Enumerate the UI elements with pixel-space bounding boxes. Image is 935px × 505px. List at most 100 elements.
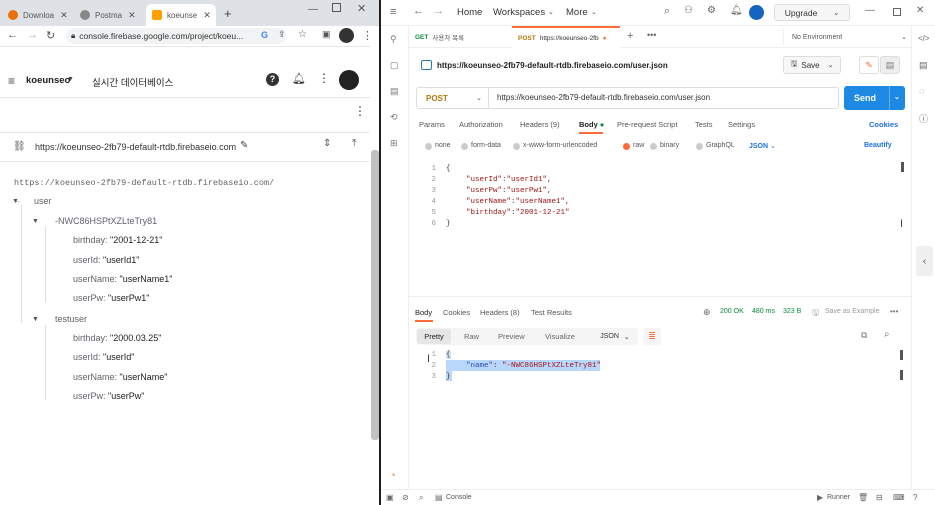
- resp-tab-test-results[interactable]: Test Results: [531, 308, 572, 317]
- view-visualize[interactable]: Visualize: [545, 332, 575, 341]
- history-icon[interactable]: ⟲: [390, 112, 398, 123]
- collections-icon[interactable]: ⚲: [390, 34, 397, 45]
- docs-button[interactable]: ▤: [880, 56, 900, 74]
- mock-servers-icon[interactable]: ⊞: [390, 138, 398, 149]
- keyboard-shortcuts-icon[interactable]: ⌨: [893, 493, 905, 502]
- status-code[interactable]: 200 OK: [720, 308, 744, 315]
- more-options-icon[interactable]: •••: [890, 307, 898, 316]
- search-icon[interactable]: ⌕: [419, 493, 423, 503]
- tree-leaf[interactable]: userName: "userName1": [73, 274, 172, 284]
- collapse-sidebar-button[interactable]: ‹: [916, 246, 933, 276]
- database-url[interactable]: https://koeunseo-2fb79-default-rtdb.fire…: [35, 142, 236, 152]
- close-icon[interactable]: ✕: [128, 10, 136, 21]
- tab-headers[interactable]: Headers (9): [520, 120, 560, 129]
- tree-leaf[interactable]: userId: "userId": [73, 352, 134, 362]
- caret-down-icon[interactable]: ▼: [67, 76, 74, 83]
- notifications-bell-icon[interactable]: 🔔︎: [730, 5, 743, 16]
- page-scrollbar[interactable]: [371, 150, 379, 440]
- response-format-select[interactable]: JSON ⌄: [592, 328, 638, 345]
- window-close-icon[interactable]: ✕: [357, 2, 366, 15]
- window-close-icon[interactable]: ✕: [916, 5, 924, 16]
- tree-leaf[interactable]: birthday: "2000.03.25": [73, 333, 161, 343]
- tree-node-testuser[interactable]: testuser: [55, 314, 87, 324]
- tab-params[interactable]: Params: [419, 120, 445, 129]
- save-as-example-button[interactable]: Save as Example: [825, 308, 879, 315]
- resp-tab-cookies[interactable]: Cookies: [443, 308, 470, 317]
- response-body-viewer[interactable]: 1 { 2 "name": "-NWC86HSPtXZLteTry81" 3 }…: [416, 348, 907, 484]
- pane-divider[interactable]: [409, 296, 911, 297]
- more-menu-icon[interactable]: ⋮: [318, 71, 330, 85]
- minimize-icon[interactable]: —: [865, 5, 875, 16]
- code-snippet-icon[interactable]: </>: [918, 34, 930, 43]
- tree-node-push-key[interactable]: -NWC86HSPtXZLteTry81: [55, 216, 157, 226]
- layout-icon[interactable]: ⊟: [876, 493, 883, 502]
- nav-workspaces[interactable]: Workspaces: [493, 7, 545, 18]
- view-pretty[interactable]: Pretty: [417, 329, 451, 344]
- forward-arrow-icon[interactable]: →: [27, 29, 38, 41]
- resp-tab-headers[interactable]: Headers (8): [480, 308, 520, 317]
- info-icon[interactable]: ⓘ: [919, 112, 928, 125]
- project-selector[interactable]: koeunseo: [26, 75, 70, 86]
- method-select[interactable]: POST ⌄: [417, 88, 489, 108]
- tab-body[interactable]: Body ●: [579, 120, 604, 129]
- cookies-link[interactable]: Cookies: [869, 120, 898, 129]
- profile-avatar[interactable]: [339, 28, 354, 43]
- wrap-lines-button[interactable]: ≣: [643, 328, 661, 345]
- radio-urlencoded[interactable]: [513, 143, 520, 150]
- trash-icon[interactable]: 🗑︎: [858, 493, 868, 502]
- radio-graphql[interactable]: [696, 143, 703, 150]
- response-time[interactable]: 480 ms: [752, 308, 775, 315]
- comments-icon[interactable]: ◌: [919, 86, 924, 96]
- collapse-caret-icon[interactable]: ▼: [12, 198, 19, 205]
- close-icon[interactable]: ✕: [60, 10, 68, 21]
- maximize-icon[interactable]: [332, 3, 341, 12]
- sidepanel-icon[interactable]: ▣: [322, 29, 331, 40]
- tab-tests[interactable]: Tests: [695, 120, 713, 129]
- response-scrollbar[interactable]: [900, 350, 903, 360]
- response-size[interactable]: 323 B: [783, 308, 801, 315]
- runner-button[interactable]: Runner: [827, 494, 850, 501]
- user-avatar[interactable]: [749, 5, 764, 20]
- search-icon[interactable]: ⌕: [664, 5, 670, 18]
- tab-settings[interactable]: Settings: [728, 120, 755, 129]
- documentation-icon[interactable]: ▤: [919, 60, 928, 71]
- toggle-sidebar-icon[interactable]: ▣: [386, 493, 394, 502]
- share-icon[interactable]: ⇪: [278, 29, 286, 40]
- view-preview[interactable]: Preview: [498, 332, 525, 341]
- response-scrollbar[interactable]: [900, 370, 903, 380]
- tree-leaf[interactable]: userName: "userName": [73, 372, 167, 382]
- editor-scrollbar[interactable]: [901, 162, 904, 172]
- radio-raw[interactable]: [623, 143, 630, 150]
- apis-icon[interactable]: ▢: [390, 60, 399, 71]
- bookmark-star-icon[interactable]: ☆: [298, 29, 307, 40]
- reload-icon[interactable]: ↻: [46, 29, 55, 42]
- beautify-link[interactable]: Beautify: [864, 142, 892, 149]
- help-icon[interactable]: ?: [266, 73, 279, 86]
- url-input[interactable]: https://koeunseo-2fb79-default-rtdb.fire…: [497, 93, 710, 102]
- collapse-arrows-icon[interactable]: ⤒: [352, 138, 356, 149]
- minimize-icon[interactable]: —: [308, 4, 318, 15]
- edit-pencil-icon[interactable]: ✎: [240, 140, 248, 151]
- tree-node-user[interactable]: user: [34, 196, 52, 206]
- browser-tab-downloads[interactable]: Downloa ✕: [2, 4, 72, 26]
- body-format-select[interactable]: JSON ⌄: [749, 142, 776, 150]
- help-icon[interactable]: ?: [913, 493, 917, 502]
- upgrade-button[interactable]: Upgrade ⌄: [774, 4, 850, 21]
- request-body-editor[interactable]: 1 { 2 "userId":"userId1", 3 "userPw":"us…: [416, 160, 907, 280]
- save-button[interactable]: 🖫︎ Save ⌄: [783, 56, 841, 74]
- browser-tab-postman[interactable]: Postma ✕: [74, 4, 144, 26]
- find-replace-icon[interactable]: ⊘: [402, 493, 409, 502]
- tree-leaf[interactable]: userId: "userId1": [73, 255, 139, 265]
- tab-get-users[interactable]: GET 사용자 목록: [409, 26, 509, 48]
- view-raw[interactable]: Raw: [464, 332, 479, 341]
- invite-user-icon[interactable]: ⚇: [684, 5, 693, 16]
- expand-arrows-icon[interactable]: ⇕: [323, 138, 331, 149]
- nav-home[interactable]: Home: [457, 7, 482, 18]
- chevron-down-icon[interactable]: ⌄: [889, 86, 900, 110]
- chrome-menu-icon[interactable]: ⋮: [362, 29, 373, 42]
- collapse-caret-icon[interactable]: ▼: [32, 316, 39, 323]
- more-vert-icon[interactable]: ⋮: [354, 104, 366, 118]
- tree-leaf[interactable]: userPw: "userPw": [73, 391, 144, 401]
- more-tabs-icon[interactable]: •••: [647, 30, 656, 40]
- hamburger-menu-icon[interactable]: ≡: [390, 6, 396, 18]
